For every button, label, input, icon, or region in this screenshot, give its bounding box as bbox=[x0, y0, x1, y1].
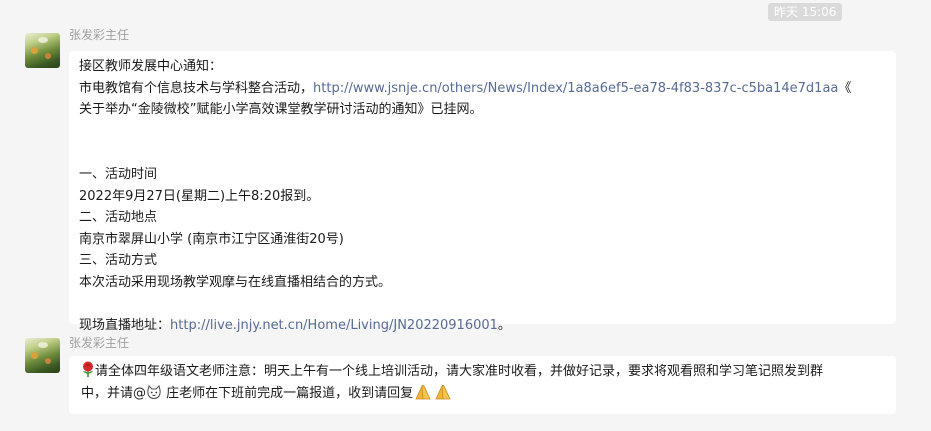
message-timestamp: 昨天 15:06 bbox=[768, 3, 843, 21]
sender-avatar[interactable] bbox=[25, 338, 60, 373]
message-text: 庄老师在下班前完成一篇报道，收到请回复 bbox=[162, 386, 414, 401]
message-text: 请全体四年级语文老师注意：明天上午有一个线上培训活动，请大家准时收看，并做好记录… bbox=[95, 364, 824, 379]
cat-face-icon bbox=[146, 384, 162, 408]
message-line: 中，并请@ 庄老师在下班前完成一篇报道，收到请回复 bbox=[81, 383, 886, 405]
message-bubble[interactable]: 请全体四年级语文老师注意：明天上午有一个线上培训活动，请大家准时收看，并做好记录… bbox=[69, 356, 896, 414]
message-line: 三、活动方式 bbox=[79, 253, 158, 269]
message-line: 一、活动时间 bbox=[79, 166, 158, 182]
sender-name: 张发彩主任 bbox=[69, 28, 130, 42]
message-line: 南京市翠屏山小学 (南京市江宁区通淮街20号) bbox=[79, 231, 344, 247]
message-text: 《 bbox=[838, 80, 852, 96]
message-text: 现场直播地址： bbox=[79, 318, 171, 334]
message-line: 现场直播地址：http://live.jnjy.net.cn/Home/Livi… bbox=[79, 315, 886, 337]
message-text: 市电教馆有个信息技术与学科整合活动， bbox=[79, 80, 314, 96]
message-line: 2022年9月27日(星期二)上午8:20报到。 bbox=[79, 188, 320, 204]
message-line: 二、活动地点 bbox=[79, 210, 158, 226]
message-line: 接区教师发展中心通知： bbox=[79, 59, 223, 74]
folded-hands-icon bbox=[433, 383, 453, 408]
live-stream-link[interactable]: http://live.jnjy.net.cn/Home/Living/JN20… bbox=[170, 318, 498, 333]
sender-name: 张发彩主任 bbox=[69, 336, 130, 350]
message-line: 本次活动采用现场教学观摩与在线直播相结合的方式。 bbox=[79, 274, 392, 290]
message-line: 关于举办“金陵微校”赋能小学高效课堂教学研讨活动的通知》已挂网。 bbox=[79, 102, 483, 118]
message-text: 中，并请@ bbox=[81, 386, 147, 401]
message-line: 请全体四年级语文老师注意：明天上午有一个线上培训活动，请大家准时收看，并做好记录… bbox=[81, 361, 886, 383]
sender-avatar[interactable] bbox=[25, 33, 60, 68]
message-text: 。 bbox=[497, 318, 511, 334]
message-line: 市电教馆有个信息技术与学科整合活动，http://www.jsnje.cn/ot… bbox=[79, 78, 886, 100]
notice-link[interactable]: http://www.jsnje.cn/others/News/Index/1a… bbox=[313, 81, 838, 96]
message-bubble[interactable]: 接区教师发展中心通知： 市电教馆有个信息技术与学科整合活动，http://www… bbox=[69, 51, 896, 333]
folded-hands-icon bbox=[413, 383, 433, 408]
